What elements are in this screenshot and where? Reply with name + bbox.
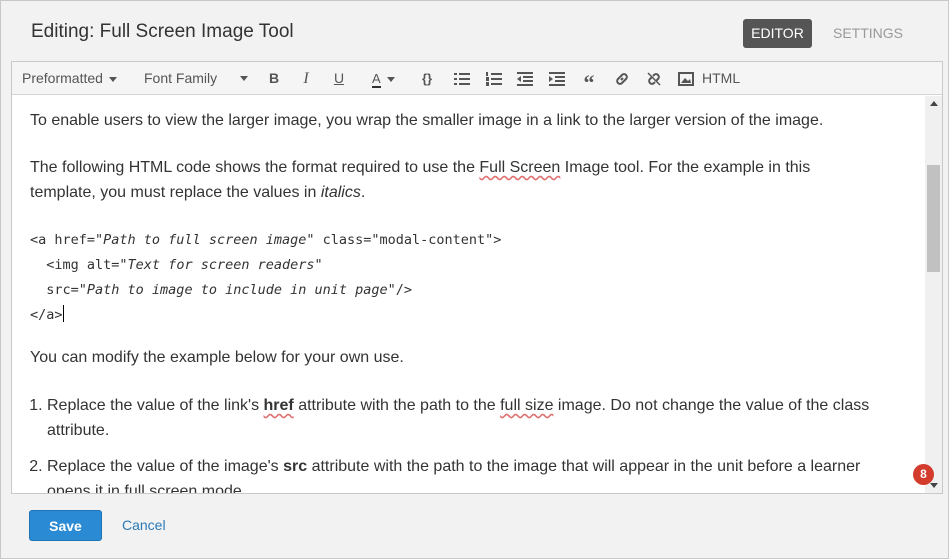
code-block: <a href="Path to full screen image" clas…: [30, 228, 874, 328]
code-line: </a>: [30, 303, 874, 328]
text-cursor: [62, 305, 64, 322]
spellcheck-word: full size: [500, 397, 554, 414]
rich-text-editor: Preformatted Font Family B I U A {} “ HT…: [11, 61, 943, 494]
paragraph-format: The following HTML code shows the format…: [30, 155, 874, 205]
link-icon[interactable]: [613, 62, 631, 95]
editor-dialog: Editing: Full Screen Image Tool EDITOR S…: [0, 0, 949, 559]
code-italic: Text for screen readers: [127, 257, 315, 273]
text-run: The following HTML code shows the format…: [30, 159, 480, 176]
code-italic: Path to image to include in unit page: [86, 282, 388, 298]
paragraph-intro: To enable users to view the larger image…: [30, 112, 824, 129]
blockquote-icon[interactable]: “: [580, 62, 598, 95]
text-run: .: [360, 184, 366, 201]
outdent-icon[interactable]: [516, 62, 534, 95]
bold-text: src: [283, 458, 308, 475]
indent-icon[interactable]: [548, 62, 566, 95]
numbered-list-icon[interactable]: [485, 62, 503, 95]
code-text: ": [314, 257, 323, 273]
editor-scrollbar[interactable]: [925, 96, 942, 493]
code-line: src="Path to image to include in unit pa…: [30, 278, 874, 303]
html-source-button[interactable]: HTML: [702, 62, 740, 95]
cancel-link[interactable]: Cancel: [122, 517, 166, 533]
editor-content[interactable]: To enable users to view the larger image…: [12, 96, 924, 493]
code-text: src=": [30, 282, 87, 298]
italic-text: italics: [320, 184, 361, 201]
code-italic: Path to full screen image: [103, 232, 307, 248]
dialog-header: Editing: Full Screen Image Tool EDITOR S…: [1, 1, 948, 63]
bulleted-list-icon[interactable]: [453, 62, 471, 95]
scroll-up-arrow-icon[interactable]: [930, 101, 938, 106]
code-text: "/>: [387, 282, 413, 298]
instructions-list: Replace the value of the link's href att…: [30, 393, 874, 493]
font-family-select[interactable]: Font Family: [144, 62, 252, 95]
bold-icon[interactable]: B: [265, 62, 283, 95]
italic-icon[interactable]: I: [297, 62, 315, 95]
code-text: <img alt=": [30, 257, 128, 273]
font-color-icon: A: [372, 71, 381, 88]
spellcheck-word: href: [263, 397, 294, 414]
code-text: " class="modal-content">: [306, 232, 502, 248]
editor-toolbar: Preformatted Font Family B I U A {} “ HT…: [12, 62, 942, 95]
format-select-label: Preformatted: [22, 70, 103, 86]
font-family-label: Font Family: [144, 70, 218, 86]
image-icon[interactable]: [677, 62, 695, 95]
dialog-footer: Save Cancel: [1, 495, 948, 558]
notification-badge[interactable]: 8: [913, 464, 934, 485]
code-text: <a href=": [30, 232, 104, 248]
scroll-down-arrow-icon[interactable]: [930, 483, 938, 488]
format-select[interactable]: Preformatted: [22, 62, 117, 95]
dialog-title: Editing: Full Screen Image Tool: [31, 21, 294, 42]
text-run: attribute with the path to the: [293, 397, 501, 414]
spellcheck-word: Full Screen: [479, 159, 561, 176]
code-text: </a>: [30, 307, 63, 323]
code-block-icon[interactable]: {}: [418, 62, 436, 95]
chevron-down-icon: [240, 76, 248, 81]
save-button[interactable]: Save: [29, 510, 102, 541]
text-run: Replace the value of the image's: [47, 458, 284, 475]
chevron-down-icon: [386, 76, 395, 82]
underline-icon[interactable]: U: [330, 62, 348, 95]
font-color-button[interactable]: A: [372, 62, 406, 95]
text-run: Replace the value of the link's: [47, 397, 264, 414]
unlink-icon[interactable]: [645, 62, 663, 95]
paragraph-modify: You can modify the example below for you…: [30, 349, 404, 366]
code-line: <img alt="Text for screen readers": [30, 253, 874, 278]
tab-settings[interactable]: SETTINGS: [823, 19, 913, 48]
list-item: Replace the value of the link's href att…: [47, 393, 874, 443]
code-line: <a href="Path to full screen image" clas…: [30, 228, 874, 253]
list-item: Replace the value of the image's src att…: [47, 454, 874, 493]
scrollbar-thumb[interactable]: [927, 165, 940, 272]
chevron-down-icon: [108, 76, 117, 82]
tab-editor[interactable]: EDITOR: [743, 19, 812, 48]
